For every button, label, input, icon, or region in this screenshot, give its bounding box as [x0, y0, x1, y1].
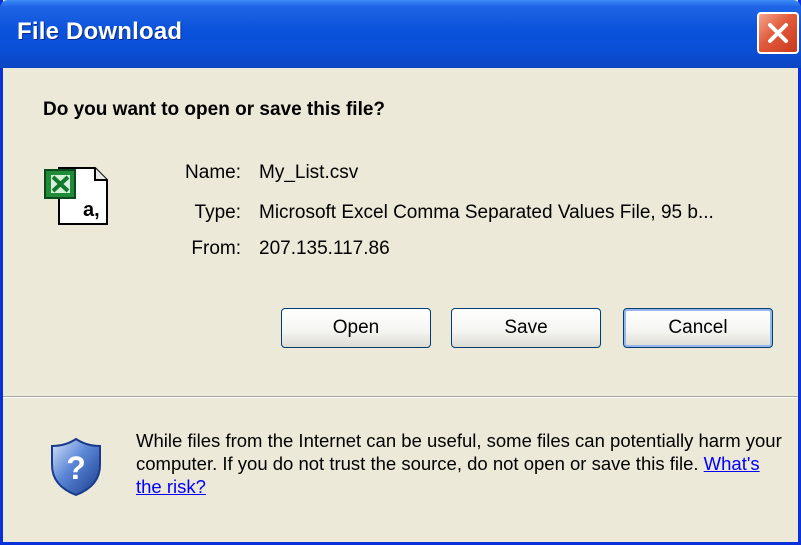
open-button[interactable]: Open: [281, 308, 431, 348]
close-button[interactable]: [757, 12, 799, 54]
dialog-question: Do you want to open or save this file?: [43, 99, 386, 120]
title-bar[interactable]: File Download: [0, 0, 801, 68]
window-title: File Download: [17, 18, 183, 45]
security-warning: While files from the Internet can be use…: [136, 429, 786, 498]
svg-text:a,: a,: [83, 199, 100, 221]
file-type-value: Microsoft Excel Comma Separated Values F…: [259, 202, 714, 223]
save-button[interactable]: Save: [451, 308, 601, 348]
file-download-dialog: File Download Do you want to open or sav…: [0, 0, 801, 545]
file-from-value: 207.135.117.86: [259, 238, 390, 259]
file-type-label: Type:: [194, 202, 241, 223]
file-name-value: My_List.csv: [259, 162, 359, 183]
separator-highlight: [3, 397, 798, 398]
svg-text:?: ?: [66, 450, 86, 486]
security-shield-icon: ?: [49, 437, 103, 502]
dialog-content: Do you want to open or save this file? a…: [3, 68, 798, 542]
warning-text: While files from the Internet can be use…: [136, 430, 782, 474]
excel-csv-file-icon: a,: [43, 164, 115, 233]
file-from-label: From:: [191, 238, 241, 259]
file-name-label: Name:: [185, 162, 241, 183]
cancel-button[interactable]: Cancel: [623, 308, 773, 348]
close-icon: [768, 23, 788, 43]
